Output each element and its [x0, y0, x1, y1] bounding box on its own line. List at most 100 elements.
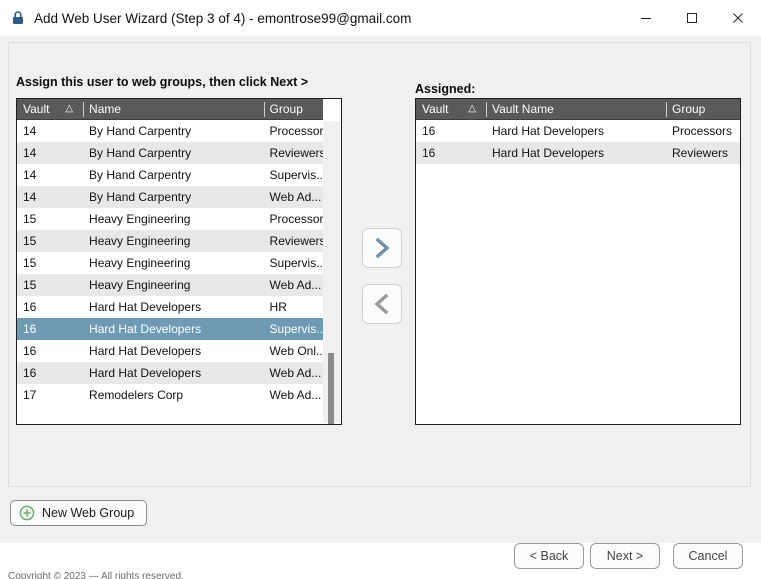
scrollbar-thumb[interactable] [328, 353, 334, 424]
cell-vault: 14 [23, 168, 37, 182]
table-row[interactable]: 16 Hard Hat Developers Reviewers [416, 142, 740, 164]
cell-vault: 16 [23, 366, 37, 380]
cell-vault: 16 [422, 146, 436, 160]
chevron-left-icon [374, 293, 389, 315]
cell-vault: 16 [23, 322, 37, 336]
table-row[interactable]: 17 Remodelers Corp Web Ad... [17, 384, 323, 406]
cell-group: Processors [269, 212, 323, 226]
cell-group: Web Ad... [269, 190, 322, 204]
next-button-label: Next > [606, 549, 644, 563]
cell-group: Processors [269, 124, 323, 138]
window-title: Add Web User Wizard (Step 3 of 4) - emon… [34, 10, 412, 26]
column-header-vault-label: Vault [422, 102, 449, 116]
maximize-button[interactable] [669, 0, 715, 36]
cell-group: Reviewers [269, 234, 323, 248]
available-groups-list[interactable]: Vault △ Name Group 14 By Hand Carpentry … [16, 98, 342, 425]
sort-ascending-icon: △ [65, 103, 74, 114]
table-row[interactable]: 15 Heavy Engineering Supervis... [17, 252, 323, 274]
close-icon [733, 13, 743, 23]
cell-group: Supervis... [269, 168, 323, 182]
cell-vault-name: Hard Hat Developers [492, 124, 605, 138]
column-header-group-label: Group [672, 102, 706, 116]
copyright-text: Copyright © 2023 — All rights reserved. [8, 571, 184, 579]
minimize-button[interactable] [623, 0, 669, 36]
table-row[interactable]: 14 By Hand Carpentry Reviewers [17, 142, 323, 164]
column-header-vault[interactable]: Vault △ [17, 99, 83, 120]
cell-vault: 14 [23, 190, 37, 204]
cell-group: Reviewers [672, 146, 729, 160]
table-row[interactable]: 16 Hard Hat Developers Web Ad... [17, 362, 323, 384]
column-header-group-label: Group [269, 102, 303, 116]
new-web-group-button[interactable]: New Web Group [10, 500, 148, 526]
cell-vault: 16 [422, 124, 436, 138]
cell-group: Web Ad... [269, 278, 322, 292]
table-row[interactable]: 15 Heavy Engineering Reviewers [17, 230, 323, 252]
available-list-rows: 14 By Hand Carpentry Processors 14 By Ha… [17, 120, 341, 406]
column-header-group[interactable]: Group [263, 99, 323, 120]
cell-vault: 16 [23, 344, 37, 358]
plus-circle-icon [19, 505, 35, 521]
assigned-groups-list[interactable]: Vault △ Vault Name Group 16 Hard Hat Dev… [415, 98, 741, 425]
cell-name: Hard Hat Developers [89, 344, 202, 358]
column-header-group[interactable]: Group [666, 99, 740, 120]
column-header-name-label: Name [89, 102, 122, 116]
cancel-button[interactable]: Cancel [673, 543, 743, 569]
table-row[interactable]: 16 Hard Hat Developers HR [17, 296, 323, 318]
column-header-vault-name[interactable]: Vault Name [486, 99, 666, 120]
cell-vault-name: Hard Hat Developers [492, 146, 605, 160]
table-row[interactable]: 14 By Hand Carpentry Web Ad... [17, 186, 323, 208]
chevron-right-icon [375, 237, 390, 259]
cell-name: Hard Hat Developers [89, 366, 202, 380]
table-row-selected[interactable]: 16 Hard Hat Developers Supervis... [17, 318, 323, 340]
unassign-button[interactable] [362, 284, 402, 324]
column-header-vault-name-label: Vault Name [492, 102, 554, 116]
available-list-header: Vault △ Name Group [17, 99, 323, 120]
cell-group: Supervis... [269, 256, 323, 270]
close-button[interactable] [715, 0, 761, 36]
column-header-vault-label: Vault [23, 102, 50, 116]
cell-vault: 15 [23, 256, 37, 270]
cell-name: Hard Hat Developers [89, 322, 202, 336]
cell-name: Heavy Engineering [89, 278, 191, 292]
cell-vault: 17 [23, 388, 37, 402]
cell-group: Reviewers [269, 146, 323, 160]
column-header-vault[interactable]: Vault △ [416, 99, 486, 120]
cell-name: Heavy Engineering [89, 256, 191, 270]
sort-ascending-icon: △ [468, 103, 476, 114]
cell-name: By Hand Carpentry [89, 190, 192, 204]
new-web-group-label: New Web Group [42, 506, 135, 520]
window-controls [623, 0, 761, 36]
cell-vault: 15 [23, 278, 37, 292]
cell-name: Heavy Engineering [89, 212, 191, 226]
minimize-icon [641, 18, 651, 19]
vertical-scrollbar[interactable] [323, 121, 340, 424]
next-button[interactable]: Next > [590, 543, 660, 569]
back-button[interactable]: < Back [514, 543, 584, 569]
cell-name: By Hand Carpentry [89, 168, 192, 182]
cell-group: Web Ad... [269, 388, 322, 402]
table-row[interactable]: 16 Hard Hat Developers Web Onl... [17, 340, 323, 362]
dialog-body: Assign this user to web groups, then cli… [0, 36, 761, 579]
cell-vault: 14 [23, 124, 37, 138]
cell-vault: 15 [23, 234, 37, 248]
table-row[interactable]: 15 Heavy Engineering Web Ad... [17, 274, 323, 296]
assigned-list-header: Vault △ Vault Name Group [416, 99, 740, 120]
cancel-button-label: Cancel [688, 549, 728, 563]
title-bar: Add Web User Wizard (Step 3 of 4) - emon… [0, 0, 761, 37]
cell-group: Web Ad... [269, 366, 322, 380]
cell-group: Web Onl... [269, 344, 323, 358]
cell-name: Hard Hat Developers [89, 300, 202, 314]
cell-group: Supervis... [269, 322, 323, 336]
table-row[interactable]: 15 Heavy Engineering Processors [17, 208, 323, 230]
cell-name: Remodelers Corp [89, 388, 184, 402]
table-row[interactable]: 14 By Hand Carpentry Supervis... [17, 164, 323, 186]
cell-name: By Hand Carpentry [89, 146, 192, 160]
maximize-icon [687, 13, 697, 23]
table-row[interactable]: 14 By Hand Carpentry Processors [17, 120, 323, 142]
assign-button[interactable] [362, 228, 402, 268]
cell-vault: 15 [23, 212, 37, 226]
cell-name: Heavy Engineering [89, 234, 191, 248]
cell-group: Processors [672, 124, 733, 138]
table-row[interactable]: 16 Hard Hat Developers Processors [416, 120, 740, 142]
column-header-name[interactable]: Name [83, 99, 263, 120]
